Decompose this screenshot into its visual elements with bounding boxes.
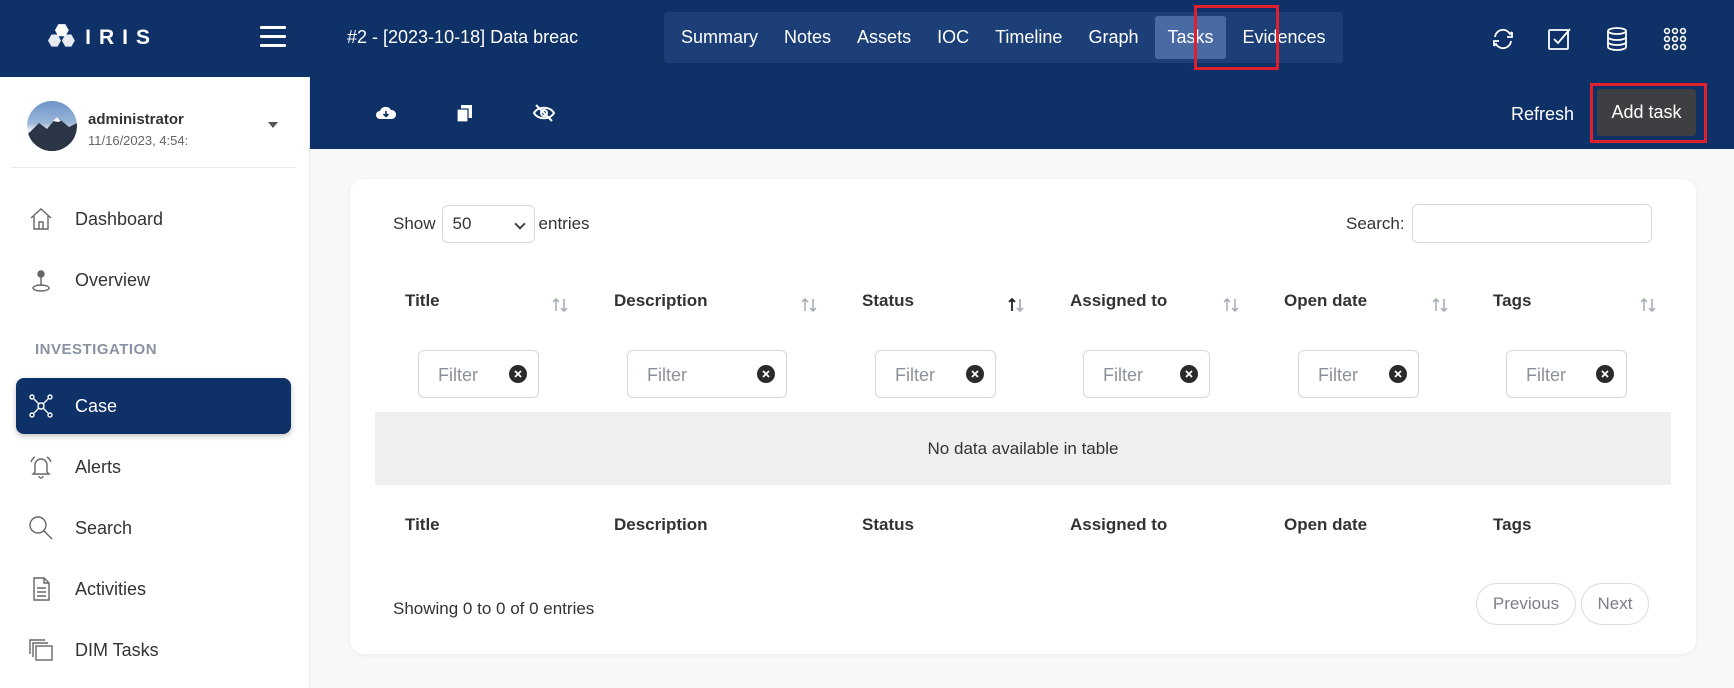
tab-summary[interactable]: Summary <box>668 12 771 63</box>
entries-label: entries <box>538 214 590 233</box>
entries-length-control: Show 50 entries <box>393 205 590 243</box>
search-icon <box>27 514 55 542</box>
column-header-tags[interactable]: Tags <box>1493 291 1531 311</box>
case-title: #2 - [2023-10-18] Data breac <box>347 27 579 47</box>
column-header-assigned-to[interactable]: Assigned to <box>1070 291 1167 311</box>
sidebar-item-case[interactable]: Case <box>16 378 291 434</box>
filter-input-assigned-to[interactable]: Filter <box>1083 350 1210 398</box>
database-icon[interactable] <box>1603 25 1631 53</box>
clipboard-icon <box>27 575 55 603</box>
sort-ascending-icon[interactable] <box>1007 296 1025 314</box>
cloud-download-icon[interactable] <box>375 102 397 124</box>
entries-select-value: 50 <box>452 214 472 233</box>
footer-column-title: Title <box>405 515 440 534</box>
refresh-button[interactable]: Refresh <box>1511 104 1574 125</box>
sidebar-item-label: Case <box>75 395 118 416</box>
clear-filter-icon[interactable] <box>1596 365 1614 383</box>
network-icon <box>27 392 55 420</box>
filter-input-tags[interactable]: Filter <box>1506 350 1627 398</box>
filter-input-status[interactable]: Filter <box>875 350 996 398</box>
sort-arrows-icon[interactable] <box>1431 296 1449 314</box>
tab-assets[interactable]: Assets <box>844 12 924 63</box>
table-info: Showing 0 to 0 of 0 entries <box>393 599 595 618</box>
logo-text: IRIS <box>85 26 158 49</box>
sidebar-item-label: Activities <box>75 578 147 599</box>
copy-icon[interactable] <box>454 102 476 124</box>
sort-arrows-icon[interactable] <box>800 296 818 314</box>
filter-input-open-date[interactable]: Filter <box>1298 350 1419 398</box>
filter-placeholder: Filter <box>438 365 478 385</box>
home-icon <box>27 205 55 233</box>
sort-arrows-icon[interactable] <box>1222 296 1240 314</box>
top-navbar: IRIS #2 - [2023-10-18] Data breac Summar… <box>0 0 1734 77</box>
tab-timeline[interactable]: Timeline <box>982 12 1075 63</box>
clear-filter-icon[interactable] <box>509 365 527 383</box>
filter-input-description[interactable]: Filter <box>627 350 787 398</box>
bell-icon <box>27 453 55 481</box>
sidebar-item-alerts[interactable]: Alerts <box>16 439 291 495</box>
sidebar-item-dim-tasks[interactable]: DIM Tasks <box>16 622 291 678</box>
sidebar-item-overview[interactable]: Overview <box>16 252 291 308</box>
empty-table-message: No data available in table <box>375 412 1671 485</box>
search-label: Search: <box>1346 214 1405 233</box>
next-page-button[interactable]: Next <box>1581 583 1649 625</box>
iris-logo[interactable]: IRIS <box>48 18 158 58</box>
sidebar-item-label: Search <box>75 517 133 538</box>
sidebar-item-label: DIM Tasks <box>75 639 159 660</box>
tab-ioc[interactable]: IOC <box>924 12 982 63</box>
clear-filter-icon[interactable] <box>1389 365 1407 383</box>
footer-column-open-date: Open date <box>1284 515 1368 534</box>
tab-notes[interactable]: Notes <box>771 12 844 63</box>
apps-grid-icon[interactable] <box>1661 25 1689 53</box>
stack-icon <box>27 636 55 664</box>
add-task-highlight-box <box>1590 83 1707 143</box>
filter-placeholder: Filter <box>1526 365 1566 385</box>
search-input[interactable] <box>1412 204 1652 243</box>
footer-column-status: Status <box>862 515 914 534</box>
user-login-date: 11/16/2023, 4:54: <box>88 133 189 148</box>
column-header-description[interactable]: Description <box>614 291 708 311</box>
sidebar-item-activities[interactable]: Activities <box>16 561 291 617</box>
footer-column-description: Description <box>614 515 708 534</box>
footer-column-assigned-to: Assigned to <box>1070 515 1168 534</box>
hexagon-logo-icon <box>48 24 75 47</box>
avatar[interactable] <box>27 101 77 151</box>
section-label-investigation: INVESTIGATION <box>35 341 158 358</box>
filter-placeholder: Filter <box>895 365 935 385</box>
clear-filter-icon[interactable] <box>966 365 984 383</box>
hamburger-menu-icon[interactable] <box>260 26 286 48</box>
column-header-open-date[interactable]: Open date <box>1284 291 1367 311</box>
footer-column-tags: Tags <box>1493 515 1532 534</box>
sync-icon[interactable] <box>1489 25 1517 53</box>
sidebar-item-label: Alerts <box>75 456 122 477</box>
user-name: administrator <box>88 111 184 128</box>
filter-placeholder: Filter <box>1318 365 1358 385</box>
sidebar-item-dashboard[interactable]: Dashboard <box>16 191 291 247</box>
sidebar-item-search[interactable]: Search <box>16 500 291 556</box>
sort-arrows-icon[interactable] <box>551 296 569 314</box>
sidebar-item-label: Dashboard <box>75 208 164 229</box>
column-header-title[interactable]: Title <box>405 291 440 311</box>
sort-arrows-icon[interactable] <box>1639 296 1657 314</box>
show-label: Show <box>393 214 436 233</box>
previous-page-button[interactable]: Previous <box>1476 583 1576 625</box>
eye-off-icon[interactable] <box>532 102 556 124</box>
user-menu-caret-icon[interactable] <box>268 122 278 128</box>
tab-graph[interactable]: Graph <box>1075 12 1151 63</box>
checkbox-icon[interactable] <box>1545 25 1573 53</box>
filter-input-title[interactable]: Filter <box>418 350 539 398</box>
entries-select[interactable]: 50 <box>441 205 535 243</box>
tasks-tab-highlight-box <box>1194 5 1279 70</box>
sidebar: administrator 11/16/2023, 4:54: Dashboar… <box>0 77 310 688</box>
filter-placeholder: Filter <box>647 365 687 385</box>
clear-filter-icon[interactable] <box>757 365 775 383</box>
column-header-status[interactable]: Status <box>862 291 914 311</box>
user-panel: administrator 11/16/2023, 4:54: <box>10 77 296 168</box>
chevron-down-icon <box>513 218 526 230</box>
sidebar-item-label: Overview <box>75 269 151 290</box>
filter-placeholder: Filter <box>1103 365 1143 385</box>
mountain-photo-icon <box>27 117 77 151</box>
pin-icon <box>27 266 55 294</box>
clear-filter-icon[interactable] <box>1180 365 1198 383</box>
